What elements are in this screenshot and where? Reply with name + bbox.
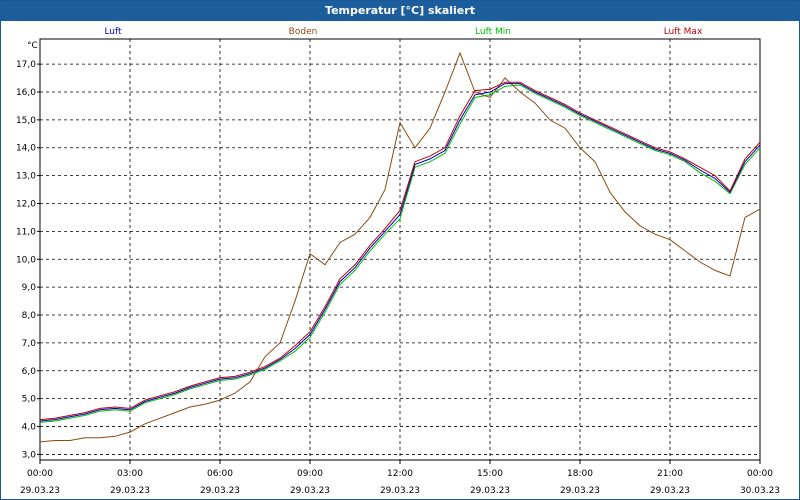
y-tick-label: 14,0 (16, 144, 36, 154)
x-tick-time: 00:00 (27, 469, 53, 479)
x-tick-time: 00:00 (747, 469, 773, 479)
x-tick-date: 29.03.23 (110, 486, 150, 496)
y-tick-label: 11,0 (16, 227, 36, 237)
legend-luft: Luft (104, 27, 122, 37)
x-tick-date: 29.03.23 (290, 486, 330, 496)
x-tick-date: 29.03.23 (200, 486, 240, 496)
y-tick-label: 13,0 (16, 172, 36, 182)
y-tick-label: 12,0 (16, 199, 36, 209)
x-tick-date: 30.03.23 (740, 486, 780, 496)
legend-luft-min: Luft Min (475, 27, 511, 37)
y-axis-ticks: 3,0 4,0 5,0 6,0 7,0 8,0 9,0 10,0 11,0 12,0 13,0 14,… (16, 60, 40, 460)
y-tick-label: 5,0 (22, 395, 37, 405)
x-tick-time: 12:00 (387, 469, 413, 479)
y-tick-label: 10,0 (16, 255, 36, 265)
x-tick-date: 29.03.23 (20, 486, 60, 496)
legend-luft-max: Luft Max (664, 27, 703, 37)
y-tick-label: 16,0 (16, 88, 36, 98)
y-tick-label: 3,0 (22, 450, 37, 460)
x-tick-time: 03:00 (117, 469, 143, 479)
y-tick-label: 9,0 (22, 283, 37, 293)
x-tick-time: 06:00 (207, 469, 233, 479)
y-tick-label: 4,0 (22, 423, 37, 433)
x-tick-time: 21:00 (657, 469, 683, 479)
y-tick-label: 6,0 (22, 367, 37, 377)
y-tick-label: 15,0 (16, 116, 36, 126)
y-tick-label: 8,0 (22, 311, 37, 321)
y-tick-label: 7,0 (22, 339, 37, 349)
x-tick-time: 18:00 (567, 469, 593, 479)
x-tick-time: 09:00 (297, 469, 323, 479)
legend: Luft Boden Luft Min Luft Max (104, 27, 703, 37)
legend-boden: Boden (289, 27, 318, 37)
x-tick-date: 29.03.23 (650, 486, 690, 496)
x-tick-date: 29.03.23 (380, 486, 420, 496)
x-tick-date: 29.03.23 (560, 486, 600, 496)
y-axis-label: °C (27, 41, 38, 51)
x-tick-date: 29.03.23 (470, 486, 510, 496)
x-tick-time: 15:00 (477, 469, 503, 479)
x-axis-ticks: 00:00 29.03.23 03:00 29.03.23 06:00 29.03.23 0… (20, 460, 780, 496)
temperature-chart: 3,0 4,0 5,0 6,0 7,0 8,0 9,0 10,0 11,0 12,0 13,0 14,… (16, 27, 780, 496)
y-tick-label: 17,0 (16, 60, 36, 70)
